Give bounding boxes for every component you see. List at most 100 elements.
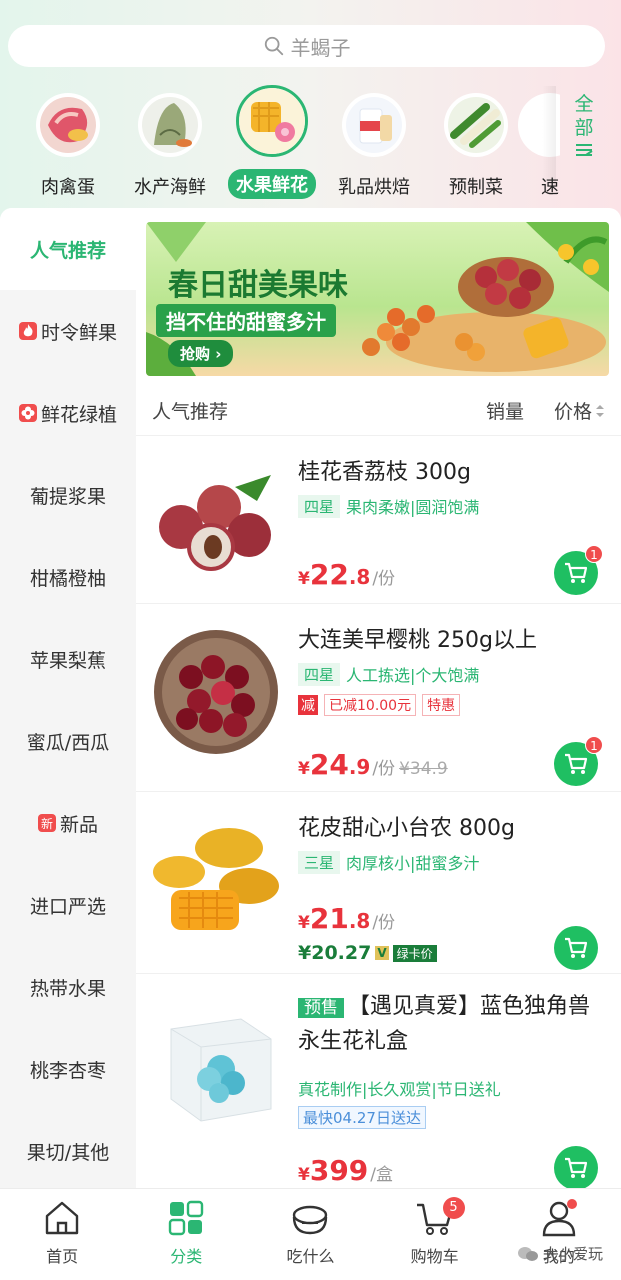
product-name: 花皮甜心小台农 800g <box>298 816 515 841</box>
sidebar-item-stone-fruit[interactable]: 桃李杏枣 <box>0 1028 136 1110</box>
product-desc: 人工拣选|个大饱满 <box>346 666 480 685</box>
sort-by-price[interactable]: 价格 <box>554 397 605 424</box>
member-price-row: ¥20.27 V 绿卡价 <box>298 942 437 964</box>
product-card[interactable]: 花皮甜心小台农 800g 三星 肉厚核小|甜蜜多汁 ¥ 21 .8 /份 ¥20… <box>136 792 621 974</box>
sidebar-item-apples[interactable]: 苹果梨蕉 <box>0 618 136 700</box>
nav-label: 购物车 <box>410 1247 459 1266</box>
price-unit: /份 <box>372 759 396 779</box>
price-unit: /盒 <box>370 1165 394 1185</box>
cart-count-badge: 5 <box>442 1197 465 1219</box>
sidebar: 人气推荐 时令鲜果 鲜花绿植 葡提浆果 柑橘橙柚 苹果梨蕉 蜜瓜/西瓜 新 新品… <box>0 208 136 1188</box>
price-int: 22 <box>309 558 349 591</box>
search-icon <box>264 36 283 56</box>
product-desc: 果肉柔嫩|圆润饱满 <box>346 498 480 517</box>
sort-arrows-icon <box>596 404 605 417</box>
nav-what-to-eat[interactable]: 吃什么 <box>248 1189 372 1280</box>
add-to-cart-button[interactable] <box>554 1146 598 1188</box>
original-price: ¥34.9 <box>399 759 448 779</box>
cart-icon <box>565 937 588 958</box>
category-item-dairy[interactable]: 乳品烘焙 <box>324 85 424 199</box>
promo-banner[interactable]: 春日甜美果味 挡不住的甜蜜多汁 抢购 › <box>146 222 609 376</box>
main-content: 人气推荐 时令鲜果 鲜花绿植 葡提浆果 柑橘橙柚 苹果梨蕉 蜜瓜/西瓜 新 新品… <box>0 208 621 1188</box>
sort-by-sales[interactable]: 销量 <box>486 397 524 424</box>
sidebar-item-cut-fruit[interactable]: 果切/其他 <box>0 1110 136 1188</box>
presale-badge: 预售 <box>298 998 344 1018</box>
category-label-active: 水果鲜花 <box>228 169 316 199</box>
sidebar-item-label: 进口严选 <box>29 895 106 918</box>
sidebar-item-label: 新品 <box>59 813 98 836</box>
member-price: ¥20.27 <box>298 942 372 964</box>
all-categories-button[interactable]: 全 部 <box>542 86 612 186</box>
meat-image <box>36 93 100 157</box>
product-price: ¥ 21 .8 /份 <box>298 902 395 935</box>
sidebar-item-label: 桃李杏枣 <box>29 1059 106 1082</box>
category-item-seafood[interactable]: 水产海鲜 <box>120 85 220 199</box>
nav-label: 首页 <box>46 1247 79 1266</box>
nav-category[interactable]: 分类 <box>124 1189 248 1280</box>
add-to-cart-button[interactable]: 1 <box>554 736 603 786</box>
category-item-fruit[interactable]: 水果鲜花 <box>222 85 322 199</box>
nav-cart[interactable]: 5 购物车 <box>373 1189 497 1280</box>
sort-bar: 人气推荐 销量 价格 <box>136 386 621 436</box>
sidebar-item-grapes[interactable]: 葡提浆果 <box>0 454 136 536</box>
section-title: 人气推荐 <box>152 401 229 423</box>
product-image-flower-box <box>148 996 283 1131</box>
product-name: 桂花香荔枝 300g <box>298 460 471 485</box>
grade-tag: 四星 <box>298 662 341 686</box>
product-tags: 四星 果肉柔嫩|圆润饱满 <box>298 494 479 518</box>
menu-lines-icon <box>576 144 593 156</box>
sidebar-item-popular[interactable]: 人气推荐 <box>0 208 136 290</box>
product-name: 预售 【遇见真爱】蓝色独角兽永生花礼盒 <box>298 990 598 1059</box>
category-item[interactable]: 品 <box>0 85 10 199</box>
price-unit: /份 <box>372 913 396 933</box>
price-dec: .8 <box>348 909 371 933</box>
product-desc: 真花制作|长久观赏|节日送礼 <box>298 1080 501 1099</box>
banner-subtitle: 挡不住的甜蜜多汁 <box>156 304 336 337</box>
product-image-mango <box>148 812 283 947</box>
member-v-badge: V <box>375 946 389 960</box>
sidebar-item-flowers[interactable]: 鲜花绿植 <box>0 372 136 454</box>
product-image-lychee <box>148 454 283 589</box>
all-label-2: 部 <box>574 117 594 139</box>
sidebar-item-seasonal[interactable]: 时令鲜果 <box>0 290 136 372</box>
banner-buy-button[interactable]: 抢购 › <box>168 340 234 367</box>
product-card[interactable]: 大连美早樱桃 250g以上 四星 人工拣选|个大饱满 减 已减10.00元 特惠… <box>136 604 621 792</box>
product-card[interactable]: 预售 【遇见真爱】蓝色独角兽永生花礼盒 真花制作|长久观赏|节日送礼 最快04.2… <box>136 974 621 1188</box>
special-offer-tag: 特惠 <box>422 694 461 716</box>
fruit-image <box>236 85 308 157</box>
member-label: 绿卡价 <box>392 944 437 962</box>
bottom-nav: 首页 分类 吃什么 5 购物车 我的 <box>0 1188 621 1280</box>
sidebar-item-citrus[interactable]: 柑橘橙柚 <box>0 536 136 618</box>
category-item-meat[interactable]: 肉禽蛋 <box>18 85 118 199</box>
price-dec: .8 <box>348 565 371 589</box>
user-icon <box>497 1199 621 1239</box>
sidebar-item-label: 柑橘橙柚 <box>29 567 106 590</box>
delivery-date-tag: 最快04.27日送达 <box>298 1106 426 1129</box>
category-strip[interactable]: 品 肉禽蛋 水产海鲜 水果鲜花 乳品烘焙 预制菜 速 <box>0 85 560 205</box>
search-bar[interactable]: 羊蝎子 <box>8 25 605 67</box>
rice-bowl-icon <box>248 1199 372 1239</box>
product-card[interactable]: 桂花香荔枝 300g 四星 果肉柔嫩|圆润饱满 ¥ 22 .8 /份 1 <box>136 436 621 604</box>
add-to-cart-button[interactable] <box>554 926 598 970</box>
price-int: 21 <box>309 902 349 935</box>
sidebar-item-label: 鲜花绿植 <box>40 403 117 426</box>
wechat-icon <box>517 1246 538 1261</box>
nav-home[interactable]: 首页 <box>0 1189 124 1280</box>
sidebar-item-tropical[interactable]: 热带水果 <box>0 946 136 1028</box>
product-desc: 肉厚核小|甜蜜多汁 <box>346 854 480 873</box>
promo-tags: 减 已减10.00元 特惠 <box>298 694 461 716</box>
add-to-cart-button[interactable]: 1 <box>554 545 603 595</box>
sidebar-item-melons[interactable]: 蜜瓜/西瓜 <box>0 700 136 782</box>
sidebar-item-imported[interactable]: 进口严选 <box>0 864 136 946</box>
discount-amount: 已减10.00元 <box>324 694 417 716</box>
sidebar-item-new[interactable]: 新 新品 <box>0 782 136 864</box>
nav-me[interactable]: 我的 <box>497 1189 621 1280</box>
grade-tag: 四星 <box>298 494 341 518</box>
category-label: 水产海鲜 <box>134 177 206 198</box>
sidebar-item-label: 苹果梨蕉 <box>29 649 106 672</box>
fire-icon <box>18 322 37 340</box>
category-label: 肉禽蛋 <box>41 177 95 198</box>
cart-count-badge: 1 <box>585 736 603 754</box>
product-name: 大连美早樱桃 250g以上 <box>298 628 537 653</box>
flower-icon <box>18 404 37 422</box>
